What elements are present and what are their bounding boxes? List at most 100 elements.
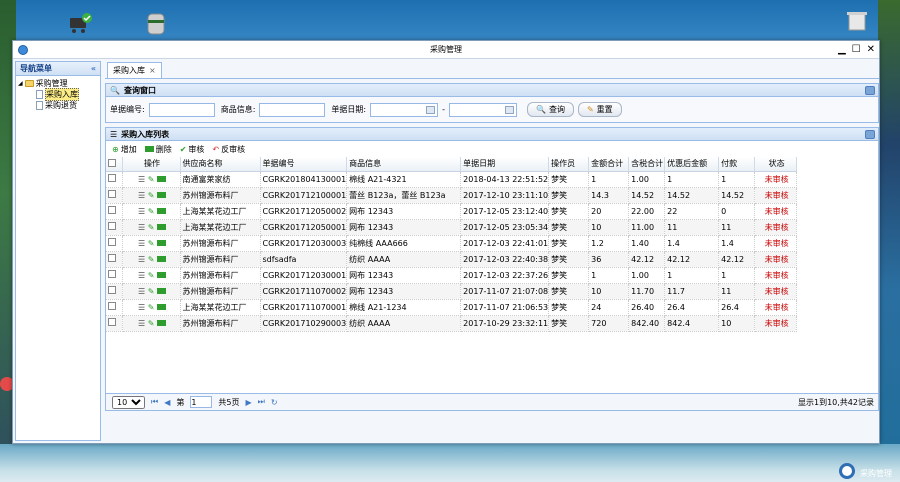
end-date-field[interactable]: [449, 102, 517, 117]
page-size-select[interactable]: 10: [112, 395, 145, 409]
col-amount[interactable]: 金额合计: [588, 157, 630, 172]
audit-button[interactable]: ✔ 审核: [180, 144, 205, 155]
table-row[interactable]: ☰ ✎ 苏州锦源布料厂 CGRK201712030001 网布 12343 2017-…: [106, 267, 798, 284]
reset-button[interactable]: ✎ 重置: [577, 102, 622, 117]
delete-row-icon[interactable]: [156, 207, 166, 214]
edit-icon[interactable]: ✎: [148, 223, 155, 232]
row-checkbox[interactable]: [106, 203, 123, 220]
expand-icon[interactable]: ◢: [18, 80, 23, 87]
detail-icon[interactable]: ☰: [138, 255, 145, 264]
row-checkbox[interactable]: [106, 251, 123, 268]
detail-icon[interactable]: ☰: [138, 175, 145, 184]
detail-icon[interactable]: ☰: [138, 207, 145, 216]
delete-row-icon[interactable]: [156, 271, 166, 278]
calendar-icon[interactable]: [505, 105, 514, 114]
add-button[interactable]: ⊕ 增加: [112, 144, 137, 155]
col-operation[interactable]: 操作: [122, 157, 181, 172]
calendar-icon[interactable]: [426, 105, 436, 114]
row-checkbox[interactable]: [106, 315, 123, 332]
col-paid[interactable]: 付款: [718, 157, 756, 172]
refresh-icon[interactable]: ↻: [271, 398, 278, 407]
table-row[interactable]: ☰ ✎ 苏州锦源布料厂 CGRK201712030003 纯棉线 AAA666 201…: [106, 235, 798, 252]
col-tax-total[interactable]: 含税合计: [628, 157, 666, 172]
delete-row-icon[interactable]: [156, 287, 166, 294]
row-checkbox[interactable]: [106, 171, 123, 188]
detail-icon[interactable]: ☰: [138, 223, 145, 232]
sidebar-item-purchase-in[interactable]: 采购入库: [18, 88, 98, 101]
table-row[interactable]: ☰ ✎ 上海某某花边工厂 CGRK201712050002 网布 12343 2017…: [106, 203, 798, 220]
delete-row-icon[interactable]: [156, 319, 166, 326]
table-row[interactable]: ☰ ✎ 上海某某花边工厂 CGRK201711070001 棉线 A21-1234 2…: [106, 299, 798, 316]
col-doc-no[interactable]: 单据编号: [260, 157, 348, 172]
collapse-icon[interactable]: [865, 130, 875, 139]
first-page-icon[interactable]: ⏮: [151, 397, 158, 407]
sidebar-item-purchase-return[interactable]: 采购退货: [18, 100, 98, 111]
search-button[interactable]: 🔍 查询: [527, 102, 574, 117]
delete-row-icon[interactable]: [156, 191, 166, 198]
edit-icon[interactable]: ✎: [148, 303, 155, 312]
edit-icon[interactable]: ✎: [148, 175, 155, 184]
database-desktop-icon[interactable]: [146, 12, 166, 36]
detail-icon[interactable]: ☰: [138, 271, 145, 280]
tab-close-icon[interactable]: ×: [149, 66, 156, 75]
col-status[interactable]: 状态: [754, 157, 798, 172]
table-row[interactable]: ☰ ✎ 上海某某花边工厂 CGRK201712050001 网布 12343 2017…: [106, 219, 798, 236]
close-icon[interactable]: ✕: [867, 43, 875, 57]
delete-row-icon[interactable]: [156, 255, 166, 262]
col-discounted[interactable]: 优惠后金额: [664, 157, 720, 172]
col-supplier[interactable]: 供应商名称: [180, 157, 261, 172]
col-doc-date[interactable]: 单据日期: [460, 157, 550, 172]
row-actions: ☰ ✎: [122, 187, 181, 204]
delete-button[interactable]: 删除: [144, 144, 172, 155]
prev-page-icon[interactable]: ◀: [164, 398, 170, 407]
last-page-icon[interactable]: ⏭: [258, 397, 265, 407]
edit-icon[interactable]: ✎: [148, 271, 155, 280]
maximize-icon[interactable]: ☐: [852, 43, 861, 57]
row-checkbox[interactable]: [106, 235, 123, 252]
row-checkbox[interactable]: [106, 219, 123, 236]
table-row[interactable]: ☰ ✎ 苏州锦源布料厂 CGRK201711070002 网布 12343 2017-…: [106, 283, 798, 300]
product-info-input[interactable]: [259, 102, 326, 117]
edit-icon[interactable]: ✎: [148, 255, 155, 264]
tab-purchase-in[interactable]: 采购入库 ×: [107, 62, 162, 78]
col-product[interactable]: 商品信息: [346, 157, 462, 172]
table-cell: 14.3: [588, 187, 630, 204]
table-row[interactable]: ☰ ✎ 苏州锦源布料厂 sdfsadfa 纺织 AAAA 2017-12-03 22:…: [106, 251, 798, 268]
query-panel-title: 查询窗口: [123, 85, 156, 95]
detail-icon[interactable]: ☰: [138, 191, 145, 200]
start-date-field[interactable]: [370, 102, 439, 117]
detail-icon[interactable]: ☰: [138, 239, 145, 248]
next-page-icon[interactable]: ▶: [245, 398, 251, 407]
row-checkbox[interactable]: [106, 267, 123, 284]
table-row[interactable]: ☰ ✎ 苏州锦源布料厂 CGRK201710290003 纺织 AAAA 2017-1…: [106, 315, 798, 332]
row-checkbox[interactable]: [106, 299, 123, 316]
detail-icon[interactable]: ☰: [138, 303, 145, 312]
cart-desktop-icon[interactable]: [68, 12, 92, 34]
table-row[interactable]: ☰ ✎ 苏州锦源布料厂 CGRK201712100001 蕾丝 B123a，蕾丝 B…: [106, 187, 798, 204]
detail-icon[interactable]: ☰: [138, 319, 145, 328]
select-all-checkbox[interactable]: [106, 157, 123, 172]
edit-icon[interactable]: ✎: [148, 207, 155, 216]
nav-collapse-icon[interactable]: «: [91, 64, 96, 73]
recycle-bin-icon[interactable]: [846, 10, 868, 32]
edit-icon[interactable]: ✎: [148, 239, 155, 248]
app-desktop-icon[interactable]: 采购管理: [838, 462, 898, 482]
table-row[interactable]: ☰ ✎ 南通富莱家纺 CGRK201804130001 棉线 A21-4321 201…: [106, 171, 798, 188]
delete-row-icon[interactable]: [156, 223, 166, 230]
table-cell: CGRK201712030003: [260, 235, 348, 252]
unaudit-button[interactable]: ↶ 反审核: [212, 144, 245, 155]
row-checkbox[interactable]: [106, 187, 123, 204]
row-checkbox[interactable]: [106, 283, 123, 300]
doc-no-input[interactable]: [148, 102, 215, 117]
delete-row-icon[interactable]: [156, 239, 166, 246]
delete-row-icon[interactable]: [156, 303, 166, 310]
detail-icon[interactable]: ☰: [138, 287, 145, 296]
col-operator[interactable]: 操作员: [548, 157, 590, 172]
delete-row-icon[interactable]: [156, 175, 166, 182]
edit-icon[interactable]: ✎: [148, 191, 155, 200]
edit-icon[interactable]: ✎: [148, 287, 155, 296]
collapse-icon[interactable]: [865, 86, 875, 95]
page-input[interactable]: [190, 396, 213, 408]
edit-icon[interactable]: ✎: [148, 319, 155, 328]
minimize-icon[interactable]: ▁: [838, 43, 846, 57]
